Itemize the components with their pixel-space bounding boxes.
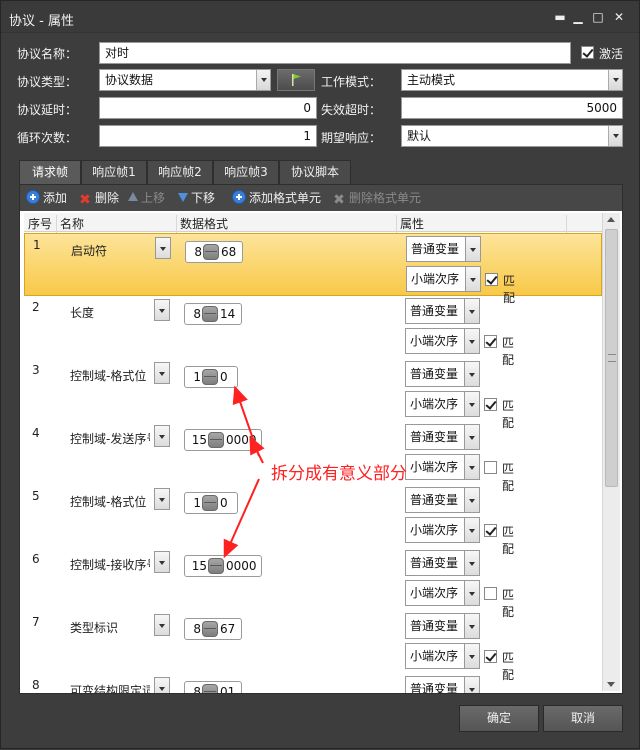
arrow-down-annotation [223,478,260,559]
cancel-button[interactable]: 取消 [543,705,623,732]
arrow-left-annotation [249,435,265,464]
annotation-text: 拆分成有意义部分 [271,464,407,484]
annotation-arrows [223,385,265,559]
ok-button[interactable]: 确定 [459,705,539,732]
protocol-properties-window: 协议 - 属性 ▬ ▁ □ ✕ 协议名称： 对时 激活 协议类型： 协议数据 工… [0,0,640,749]
